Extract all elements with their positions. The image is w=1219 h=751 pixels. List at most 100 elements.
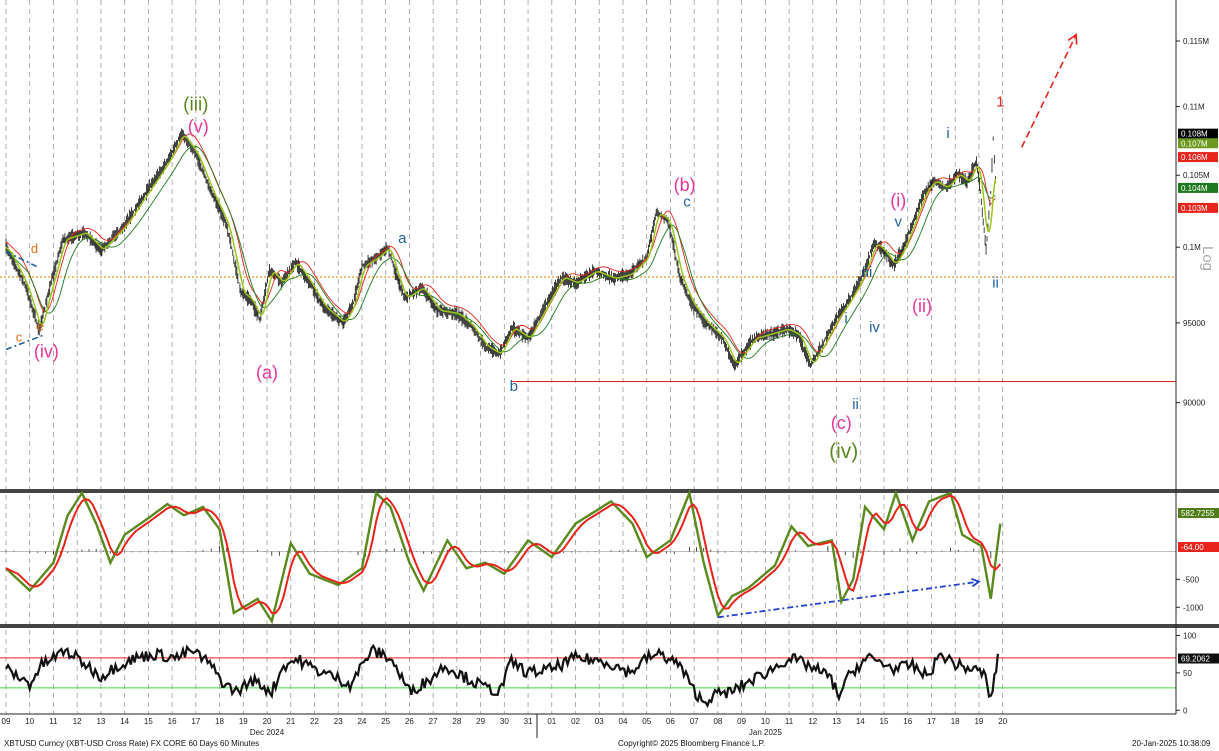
day-tick-label: 16 xyxy=(168,717,177,726)
price-tag-label: 0.106M xyxy=(1181,153,1208,162)
day-tick-label: 07 xyxy=(690,717,699,726)
rsi-tick-label: 100 xyxy=(1183,631,1197,640)
day-tick-label: 11 xyxy=(49,717,58,726)
day-tick-label: 02 xyxy=(571,717,580,726)
day-tick-label: 20 xyxy=(998,717,1007,726)
day-tick-label: 13 xyxy=(96,717,105,726)
day-tick-label: 01 xyxy=(547,717,556,726)
month-tick-label: Dec 2024 xyxy=(250,728,285,737)
day-tick-label: 04 xyxy=(619,717,628,726)
wave-label: iv xyxy=(869,319,880,336)
oscillator-tick-label: -1000 xyxy=(1183,603,1204,612)
day-tick-label: 10 xyxy=(25,717,34,726)
wave-label: c xyxy=(683,193,691,210)
day-tick-label: 12 xyxy=(73,717,82,726)
day-tick-label: 13 xyxy=(832,717,841,726)
wave-label: 1 xyxy=(996,94,1004,111)
footer-copyright: Copyright© 2025 Bloomberg Finance L.P. xyxy=(618,739,766,748)
wave-label: (i) xyxy=(890,190,906,210)
wave-label: (ii) xyxy=(912,296,932,316)
price-tag-label: 0.103M xyxy=(1181,204,1208,213)
wave-label: c xyxy=(16,330,23,345)
day-tick-label: 17 xyxy=(927,717,936,726)
price-tick-label: 0.11M xyxy=(1183,103,1205,112)
day-tick-label: 23 xyxy=(334,717,343,726)
day-tick-label: 18 xyxy=(951,717,960,726)
wave-label: (iv) xyxy=(829,440,858,463)
price-candles xyxy=(5,128,996,371)
day-tick-label: 20 xyxy=(263,717,272,726)
wave-label: i xyxy=(844,310,847,327)
day-tick-label: 22 xyxy=(310,717,319,726)
day-tick-label: 09 xyxy=(737,717,746,726)
day-tick-label: 21 xyxy=(286,717,295,726)
wave-label: v xyxy=(894,214,902,231)
day-tick-label: 30 xyxy=(500,717,509,726)
wave-label: (iv) xyxy=(34,341,59,361)
wave-label: (iii) xyxy=(183,95,208,116)
day-tick-label: 14 xyxy=(856,717,865,726)
panel-divider-1 xyxy=(0,489,1219,493)
day-tick-label: 08 xyxy=(713,717,722,726)
price-tick-label: 90000 xyxy=(1183,399,1206,408)
wave-label: ii xyxy=(992,275,999,292)
day-tick-label: 09 xyxy=(2,717,11,726)
day-tick-label: 28 xyxy=(452,717,461,726)
wave-label: (a) xyxy=(256,362,278,382)
month-tick-label: Jan 2025 xyxy=(749,728,782,737)
wave-label: iii xyxy=(862,264,872,281)
day-tick-label: 18 xyxy=(215,717,224,726)
rsi-tick-label: 0 xyxy=(1183,706,1188,715)
wave-label: e xyxy=(37,319,44,334)
day-tick-label: 15 xyxy=(880,717,889,726)
wave-label: b xyxy=(510,378,518,395)
price-panel: (iii)(v)dce(iv)(a)ab(b)c(c)(iv)iiiiiiivv… xyxy=(0,33,1176,463)
rsi-panel xyxy=(0,643,1176,709)
day-tick-label: 06 xyxy=(666,717,675,726)
footer-security-description: XBTUSD Curncy (XBT-USD Cross Rate) FX CO… xyxy=(4,739,260,748)
day-tick-label: 12 xyxy=(808,717,817,726)
day-tick-label: 29 xyxy=(476,717,485,726)
day-tick-label: 16 xyxy=(903,717,912,726)
rsi-line xyxy=(5,643,999,709)
log-axis-label: Log xyxy=(1199,246,1216,271)
day-tick-label: 05 xyxy=(642,717,651,726)
day-tick-label: 27 xyxy=(429,717,438,726)
wave-label: a xyxy=(398,230,407,247)
oscillator-value-tag-label: -64.00 xyxy=(1181,543,1204,552)
day-tick-label: 25 xyxy=(381,717,390,726)
wave-label: d xyxy=(31,241,38,256)
price-tick-label: 0.115M xyxy=(1183,37,1209,46)
price-tag-label: 0.107M xyxy=(1181,139,1208,148)
day-tick-label: 11 xyxy=(785,717,794,726)
oscillator-green-line xyxy=(5,488,1002,625)
wave-label: (b) xyxy=(674,175,696,195)
moving-average-light-green xyxy=(5,135,997,364)
wave-label: (c) xyxy=(831,413,852,433)
rsi-tick-label: 50 xyxy=(1183,669,1192,678)
day-tick-label: 26 xyxy=(405,717,414,726)
price-tick-label: 0.105M xyxy=(1183,171,1210,180)
oscillator-value-tag-label: 582.7255 xyxy=(1181,509,1215,518)
price-tick-label: 0.1M xyxy=(1183,243,1201,252)
day-gridlines xyxy=(5,0,1004,714)
day-tick-label: 15 xyxy=(144,717,153,726)
day-tick-label: 19 xyxy=(239,717,248,726)
day-tick-label: 24 xyxy=(357,717,366,726)
day-tick-label: 03 xyxy=(595,717,604,726)
oscillator-tick-label: -500 xyxy=(1183,575,1200,584)
chart-svg: (iii)(v)dce(iv)(a)ab(b)c(c)(iv)iiiiiiivv… xyxy=(0,0,1219,738)
price-tag-label: 0.104M xyxy=(1181,184,1208,193)
rsi-value-tag-label: 69.2062 xyxy=(1181,655,1210,664)
day-tick-label: 17 xyxy=(191,717,200,726)
price-tag-label: 0.108M xyxy=(1181,130,1208,139)
footer-timestamp: 20-Jan-2025 10:38:09 xyxy=(1132,739,1211,748)
projection-arrow-line xyxy=(1020,34,1077,148)
wave-label: i xyxy=(946,125,949,142)
day-tick-label: 10 xyxy=(761,717,770,726)
oscillator-histogram xyxy=(5,545,992,559)
day-tick-label: 31 xyxy=(524,717,533,726)
wave-label: ii xyxy=(852,396,859,413)
day-tick-label: 14 xyxy=(120,717,129,726)
price-tick-label: 95000 xyxy=(1183,319,1206,328)
